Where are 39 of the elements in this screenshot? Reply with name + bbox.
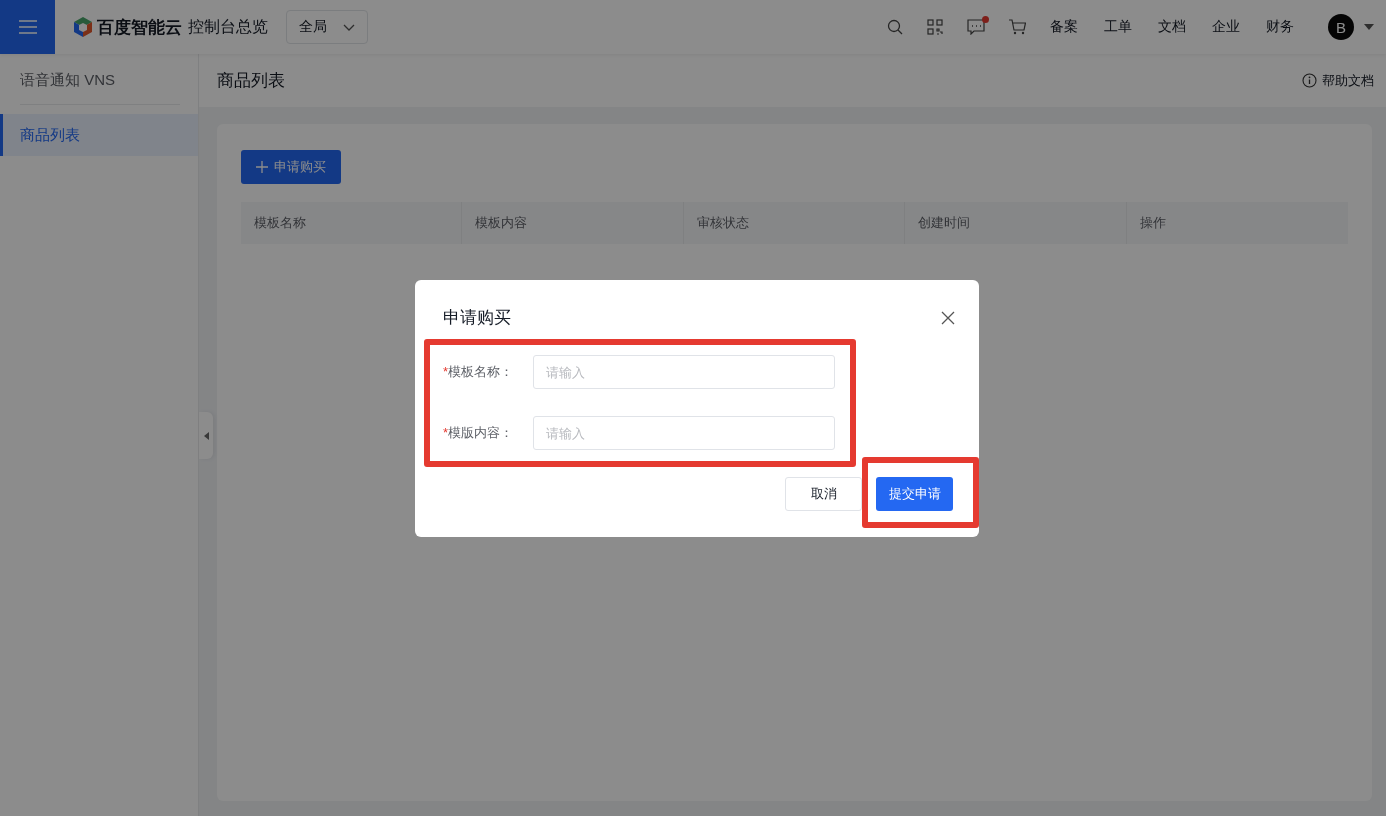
close-icon[interactable] — [941, 310, 955, 325]
nav-link[interactable]: 工单 — [1104, 18, 1132, 36]
input-field[interactable]: 请输入 — [533, 355, 835, 389]
column-header: 模板内容 — [475, 214, 528, 232]
nav-link[interactable]: 备案 — [1050, 18, 1078, 36]
avatar[interactable]: B — [1328, 14, 1354, 40]
menu-button[interactable] — [0, 0, 55, 54]
help-docs-link[interactable]: 帮助文档 — [1302, 71, 1374, 90]
search-icon[interactable] — [887, 19, 903, 35]
field-label: *模版内容： — [443, 424, 515, 442]
console-link[interactable]: 控制台总览 — [188, 16, 268, 38]
apply-purchase-button[interactable]: 申请购买 — [241, 150, 341, 184]
triangle-left-icon — [203, 431, 209, 440]
column-header: 模板名称 — [254, 214, 306, 232]
region-select[interactable]: 全局 — [286, 10, 368, 44]
product-title: 语音通知 VNS — [20, 54, 180, 105]
cancel-button[interactable]: 取消 — [785, 477, 862, 511]
field-label: *模板名称： — [443, 363, 515, 381]
menu-icon — [18, 20, 37, 34]
plus-icon — [256, 161, 268, 173]
column-header: 操作 — [1139, 214, 1166, 232]
dialog-title: 申请购买 — [443, 307, 511, 329]
collapse-handle[interactable] — [199, 412, 213, 459]
cube-logo-icon — [73, 16, 93, 38]
cart-icon[interactable] — [1009, 19, 1026, 35]
column-header: 创建时间 — [918, 214, 971, 232]
submit-button[interactable]: 提交申请 — [876, 477, 953, 511]
input-field[interactable]: 请输入 — [533, 416, 835, 450]
nav-link[interactable]: 企业 — [1212, 18, 1240, 36]
info-icon — [1302, 73, 1317, 88]
sidebar-item[interactable]: 商品列表 — [0, 114, 198, 156]
chevron-down-icon — [343, 23, 355, 31]
column-header: 审核状态 — [696, 214, 749, 232]
brand-name: 百度智能云 — [97, 16, 182, 39]
qr-code-icon[interactable] — [927, 19, 943, 35]
caret-down-icon[interactable] — [1364, 24, 1374, 30]
nav-link[interactable]: 文档 — [1158, 18, 1186, 36]
page-title: 商品列表 — [217, 70, 285, 92]
nav-link[interactable]: 财务 — [1266, 18, 1294, 36]
